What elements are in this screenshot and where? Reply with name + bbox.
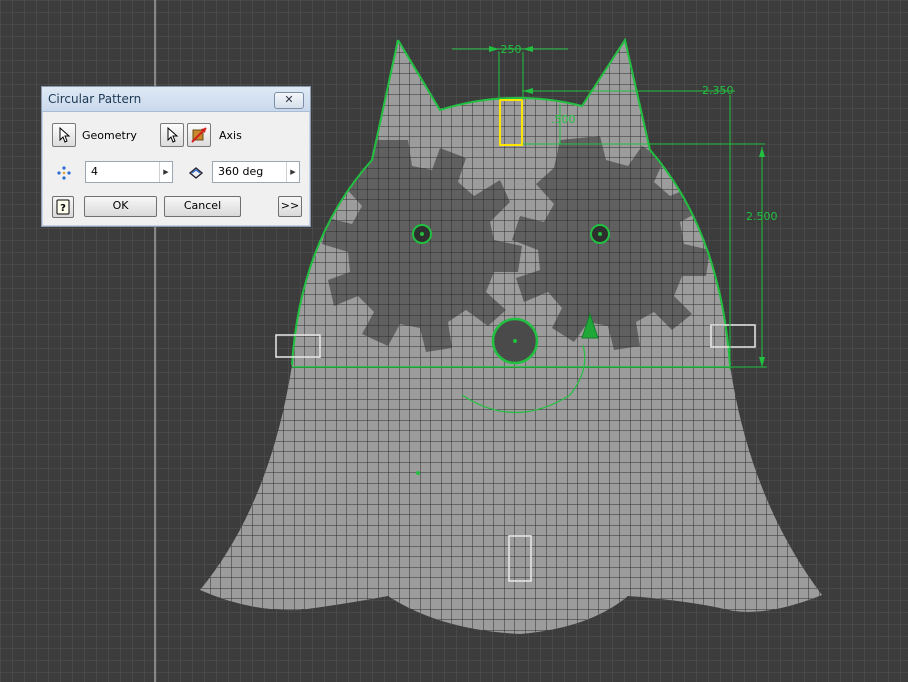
close-button[interactable]: ✕ <box>274 92 304 109</box>
cursor-arrow-icon <box>167 127 179 143</box>
help-icon: ? <box>56 199 70 215</box>
axis-select-button[interactable] <box>160 123 184 147</box>
angle-value: 360 deg <box>218 165 264 178</box>
axis-label: Axis <box>219 129 242 142</box>
dialog-title: Circular Pattern <box>48 92 142 106</box>
dim-slot-offset[interactable]: 2.350 <box>702 84 734 97</box>
ok-button[interactable]: OK <box>84 196 157 217</box>
dim-slot-width[interactable]: .250 <box>497 43 522 56</box>
cursor-arrow-icon <box>59 127 71 143</box>
dim-height[interactable]: 2.500 <box>746 210 778 223</box>
angle-field[interactable]: 360 deg ▶ <box>212 161 300 183</box>
svg-text:?: ? <box>60 203 66 214</box>
count-value: 4 <box>91 165 98 178</box>
dim-slot-depth[interactable]: .500 <box>551 113 576 126</box>
geometry-select-button[interactable] <box>52 123 76 147</box>
circular-pattern-dialog: Circular Pattern ✕ Geometry Axis 4 ▶ 360… <box>41 86 311 227</box>
angle-arrow-icon[interactable]: ▶ <box>286 162 299 182</box>
count-icon <box>57 166 71 180</box>
dialog-titlebar[interactable]: Circular Pattern ✕ <box>42 87 310 112</box>
angle-icon <box>188 167 204 179</box>
axis-direction-button[interactable] <box>187 123 211 147</box>
count-arrow-icon[interactable]: ▶ <box>159 162 172 182</box>
help-button[interactable]: ? <box>52 196 74 218</box>
axis-pick-icon <box>191 127 207 143</box>
more-options-button[interactable]: >> <box>278 196 302 217</box>
geometry-label: Geometry <box>82 129 137 142</box>
count-field[interactable]: 4 ▶ <box>85 161 173 183</box>
cancel-button[interactable]: Cancel <box>164 196 241 217</box>
